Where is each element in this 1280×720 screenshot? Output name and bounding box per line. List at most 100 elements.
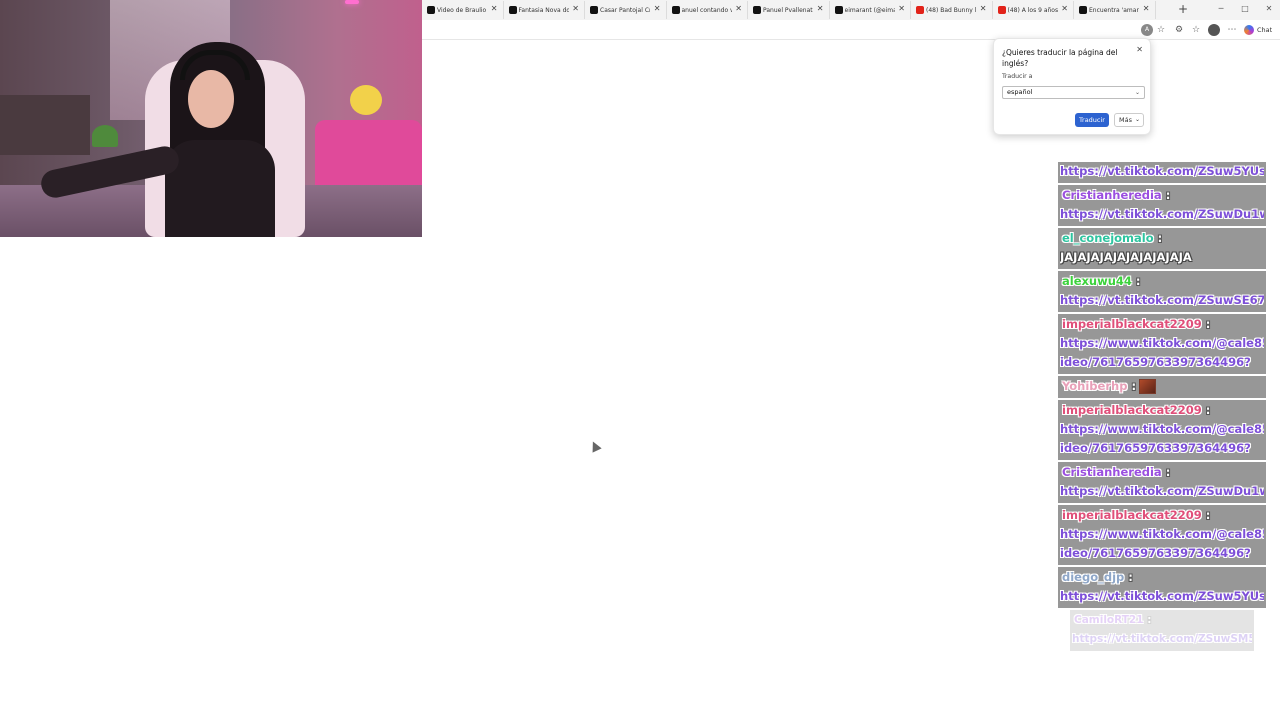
chat-message: imperialblackcat2209 : https://www.tiktok… [1058,314,1266,374]
tab-close-icon[interactable]: ✕ [491,4,498,13]
new-tab-button[interactable]: + [1176,2,1190,16]
chat-separator: : [1124,570,1133,584]
tiktok-icon [753,6,761,14]
language-select[interactable]: español ⌄ [1002,86,1145,99]
chat-separator: : [1161,465,1171,479]
tab-close-icon[interactable]: ✕ [980,4,987,13]
chat-username: imperialblackcat2209 [1062,403,1202,417]
tab-title: (48) A los 9 años m [1007,6,1058,14]
collections-icon[interactable]: ☆ [1190,24,1202,36]
chat-link[interactable]: https://vt.tiktok.com/ZSuwSM5Fs/ [1072,633,1252,645]
tab-close-icon[interactable]: ✕ [1061,4,1068,13]
chat-link[interactable]: https://vt.tiktok.com/ZSuwDu1wT/ [1060,207,1264,221]
chat-link[interactable]: ideo/7617659763397364496? [1060,355,1251,369]
copilot-chat-button[interactable]: Chat [1244,23,1272,37]
tiktok-icon [427,6,435,14]
chat-link[interactable]: https://www.tiktok.com/@cale850/v [1060,336,1264,350]
plushie [350,85,382,115]
browser-tab[interactable]: anuel contando velis✕ [667,1,748,19]
chat-separator: : [1201,508,1211,522]
chat-separator: : [1201,317,1211,331]
chat-username: CamiloRT21 [1074,614,1144,626]
chat-separator: : [1161,188,1171,202]
tab-list: Video de Braulio Ru✕Fantasia Nova do H✕C… [422,1,1156,19]
chat-link[interactable]: https://vt.tiktok.com/ZSuwSE67B/ [1060,293,1264,307]
chevron-down-icon: ⌄ [1134,116,1140,123]
tiktok-icon [834,6,843,14]
translate-icon[interactable]: A [1141,24,1153,36]
more-menu-icon[interactable]: ⋯ [1226,24,1238,36]
chat-username: imperialblackcat2209 [1062,508,1202,522]
chat-message: diego_djp : https://vt.tiktok.com/ZSuw5YU… [1058,567,1266,608]
extensions-icon[interactable]: ⚙ [1173,24,1185,36]
browser-tab[interactable]: Fantasia Nova do H✕ [504,1,585,19]
webcam-overlay [0,0,422,237]
profile-avatar-icon[interactable] [1208,24,1220,36]
translate-target-label: Traducir a [1002,73,1033,80]
translate-popup: ¿Quieres traducir la página del inglés? … [993,38,1151,135]
youtube-icon [916,6,924,14]
tiktok-icon [1079,6,1087,14]
tiktok-icon [508,6,517,14]
chat-username: Cristianheredia [1062,465,1162,479]
more-options-label: Más [1119,116,1132,124]
browser-tab[interactable]: (48) Bad Bunny lanz ✕ [911,1,993,19]
tab-close-icon[interactable]: ✕ [654,4,661,13]
chat-message: imperialblackcat2209 : https://www.tiktok… [1058,505,1266,565]
chevron-down-icon: ⌄ [1134,89,1140,96]
translate-popup-title: ¿Quieres traducir la página del inglés? [1002,48,1118,68]
chat-link[interactable]: ideo/7617659763397364496? [1060,441,1251,455]
tab-title: (48) Bad Bunny lanz [926,6,976,14]
shelf [0,95,90,155]
tab-title: Fantasia Nova do H [518,6,569,14]
chat-separator: : [1143,614,1152,626]
tab-close-icon[interactable]: ✕ [898,4,905,13]
chat-message: Cristianheredia : https://vt.tiktok.com/Z… [1058,462,1266,503]
more-options-button[interactable]: Más ⌄ [1114,113,1144,127]
chat-message: Cristianheredia : https://vt.tiktok.com/Z… [1058,185,1266,226]
translate-button[interactable]: Traducir [1075,113,1109,127]
stream-chat-overlay: https://vt.tiktok.com/ZSuw5YUs4/Cristian… [1058,162,1266,653]
chat-link[interactable]: https://vt.tiktok.com/ZSuwDu1wT/ [1060,484,1264,498]
chat-separator: : [1127,379,1137,393]
chat-link[interactable]: https://www.tiktok.com/@cale850/v [1060,422,1264,436]
popup-close-icon[interactable]: ✕ [1136,45,1143,54]
tab-title: anuel contando velis [681,6,732,14]
chat-username: imperialblackcat2209 [1062,317,1202,331]
minimize-icon[interactable]: ─ [1214,4,1228,13]
chat-separator: : [1153,231,1163,245]
browser-tab[interactable]: (48) A los 9 años m✕ [993,1,1074,19]
tab-close-icon[interactable]: ✕ [817,4,824,13]
chat-separator: : [1201,403,1211,417]
maximize-icon[interactable]: □ [1238,4,1252,13]
tab-close-icon[interactable]: ✕ [1143,4,1150,13]
tab-close-icon[interactable]: ✕ [735,4,742,13]
favorite-star-icon[interactable]: ☆ [1155,24,1167,36]
browser-tab[interactable]: Casar Pantojal Cros ✕ [585,1,667,19]
tiktok-icon [590,6,598,14]
chat-link[interactable]: https://vt.tiktok.com/ZSuw5YUs4/ [1060,589,1264,603]
browser-tab[interactable]: Video de Braulio Ru ✕ [422,1,504,19]
copilot-icon [1244,25,1254,35]
chat-message: https://vt.tiktok.com/ZSuw5YUs4/ [1058,162,1266,183]
chat-link[interactable]: https://vt.tiktok.com/ZSuw5YUs4/ [1060,164,1264,178]
chat-link[interactable]: https://www.tiktok.com/@cale850/v [1060,527,1264,541]
window-close-icon[interactable]: ✕ [1262,4,1276,13]
language-select-value: español [1007,88,1033,96]
streamer-body [165,140,275,237]
chat-username: el_conejomalo [1062,231,1154,245]
chat-message: CamiloRT21 : https://vt.tiktok.com/ZSuwSM… [1070,610,1254,651]
browser-tab[interactable]: Encuentra 'amarant ✕ [1074,1,1156,19]
tab-title: Video de Braulio Ru [437,6,487,14]
browser-tab[interactable]: eimarant (@eimarar✕ [830,1,911,19]
browser-tab[interactable]: Panuel Pvallenato ✕ [748,1,830,19]
chat-username: diego_djp [1062,570,1125,584]
plant [92,125,118,147]
chat-username: Yohiberhp [1062,379,1128,393]
tab-title: Panuel Pvallenato [763,6,813,14]
chat-emote-icon [1139,379,1157,394]
chat-link[interactable]: ideo/7617659763397364496? [1060,546,1251,560]
tab-close-icon[interactable]: ✕ [572,4,579,13]
chat-message: alexuwu44 : https://vt.tiktok.com/ZSuwSE6… [1058,271,1266,312]
tab-title: Casar Pantojal Cros [600,6,650,14]
